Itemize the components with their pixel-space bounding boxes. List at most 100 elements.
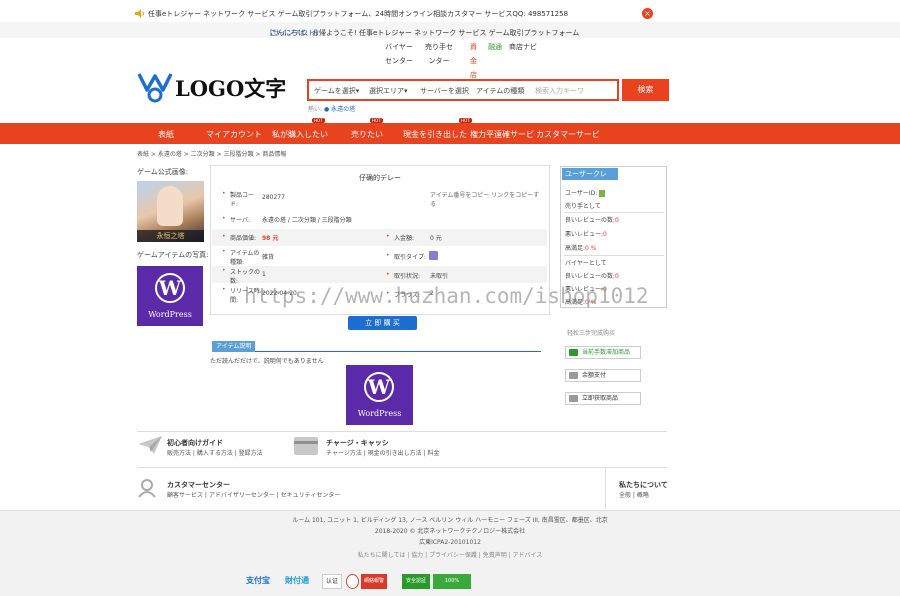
breadcrumb[interactable]: 表紙 > 永遠の塔 > 二次分類 > 三段階分類 > 商品情報 [137, 149, 286, 158]
divider [605, 467, 606, 509]
wallet-icon [569, 372, 578, 379]
game-character-figure [157, 186, 183, 226]
about-us-title: 私たちについて [619, 481, 668, 489]
divider [137, 467, 667, 468]
game-select[interactable]: ゲームを選択▾ [314, 86, 359, 96]
item-desc-text: ただ読んだだけで、説明何でもありません [210, 358, 324, 365]
wordpress-wordmark: WordPress [148, 310, 192, 319]
seller-good-line: 良いレビューの数:0 [565, 217, 619, 224]
mini-nav-seller-center[interactable]: 売り手センター [424, 40, 454, 68]
credit-card-icon [294, 437, 318, 455]
divider [564, 255, 664, 256]
novice-guide-links[interactable]: 販売方法 | 購入する方法 | 登録方法 [167, 448, 263, 457]
seller-rate-line: 高満足:0 % [565, 245, 597, 252]
footer-links[interactable]: 私たちに関しては | 協力 | プライバシー保護 | 免責声明 | アドバイス [0, 550, 900, 559]
nav-sell[interactable]: 売りたい [351, 129, 383, 140]
about-us-links[interactable]: 全般 | 概略 [619, 490, 649, 499]
row-server: サーバ: 永遠の塔 / 二次分類 / 三段階分類 [212, 211, 547, 228]
nav-home[interactable]: 表紙 [158, 129, 174, 140]
step-pay-balance[interactable]: 余额支付 [565, 369, 641, 382]
deposit-value: 0 元 [430, 235, 442, 242]
hot-word-link[interactable]: ● 永遠の塔 [324, 106, 355, 113]
row-product-code: 製品コード: 280277 アイテム番号をコピー リンクをコピーする [212, 190, 547, 209]
search-button[interactable]: 検索 [622, 79, 669, 101]
area-select[interactable]: 選択エリア▾ [369, 86, 408, 96]
trust-badge[interactable]: 100% [433, 574, 471, 589]
row-item-type: アイテムの種類: 雑貨 取引タイプ: [212, 247, 547, 266]
stock-value: 1 [262, 271, 266, 278]
mini-nav-shop-navi[interactable]: 商店ナビ [508, 40, 538, 54]
customer-center-links[interactable]: 顧客サービス | アドバイザリーセンター | セキュリティセンター [167, 490, 340, 499]
nav-buy[interactable]: 私が購入したい [272, 129, 328, 140]
search-bar: ゲームを選択▾ 選択エリア▾ サーバーを選択 アイテムの種類 検索入力キーワ [307, 79, 619, 101]
seal-badge[interactable] [346, 574, 359, 589]
item-desc-tab: アイテム説明 [212, 341, 541, 352]
server-label: サーバ: [222, 215, 250, 224]
wordpress-image-left[interactable]: W WordPress [137, 266, 203, 326]
watermark-text: https://www.huzhan.com/ishop1012 [244, 284, 649, 308]
customer-service-icon [138, 479, 156, 498]
footer-license: 広東ICPA2-20101012 [419, 539, 481, 546]
signout-link[interactable]: [サインアウト] [270, 28, 317, 38]
item-type-select[interactable]: アイテムの種類 [476, 86, 524, 96]
security-cert-badge[interactable]: 安全認証 [402, 574, 430, 589]
user-id-line: ユーザーID: [565, 188, 606, 197]
mini-nav-accommodate[interactable]: 融通 [488, 40, 502, 54]
seller-label: 売り手として [565, 203, 601, 210]
cart-icon [569, 349, 578, 356]
wordpress-logo-icon: W [155, 273, 185, 303]
item-desc-tab-label[interactable]: アイテム説明 [212, 341, 256, 352]
server-value: 永遠の塔 / 二次分類 / 三段階分類 [262, 217, 352, 224]
step-get-item[interactable]: 立即获取商品 [565, 392, 641, 405]
row-price: 商品価値: 98 元 入金額: 0 元 [212, 229, 547, 246]
nav-withdraw[interactable]: 現金を引き出した [403, 129, 467, 140]
divider [564, 212, 664, 213]
wordpress-logo-icon: W [364, 372, 394, 402]
footer-address: ルーム 101, ユニット 1, ビルディング 13, ノース ベルリン ウィル… [292, 517, 608, 524]
game-official-image[interactable]: 永恒之塔 [137, 181, 204, 242]
cert-badge[interactable]: 认证 [322, 574, 342, 589]
server-select[interactable]: サーバーを選択 [420, 86, 469, 96]
nav-power-service[interactable]: 権力平遠確サービ [470, 129, 534, 140]
footer-copyright: 2018-2020 © 北京ネットワークテクノロジー株式会社 [374, 528, 526, 535]
divider [137, 431, 667, 432]
charge-guide-links[interactable]: チャージ方法 | 現金の引き出し方法 | 料金 [326, 448, 440, 457]
nav-my-account[interactable]: マイアカウント [206, 129, 262, 140]
notice-text: 任事eトレジャー ネットワーク サービス ゲーム取引プラットフォーム、24時間オ… [148, 10, 569, 18]
game-image-caption: 永恒之塔 [137, 230, 204, 242]
close-icon[interactable]: × [642, 8, 653, 19]
search-input[interactable]: 検索入力キーワ [535, 86, 584, 96]
trade-type-icon [429, 251, 438, 260]
buy-now-button[interactable]: 立 即 購 买 [348, 316, 417, 330]
stock-label: ストックの数: [222, 267, 260, 285]
box-icon [569, 395, 578, 402]
buyer-good-line: 良いレビューの数:0 [565, 273, 619, 280]
logo-icon [137, 73, 173, 103]
alipay-badge[interactable]: 支付宝 [240, 574, 276, 589]
deposit-label: 入金額: [386, 233, 414, 242]
copy-links[interactable]: アイテム番号をコピー リンクをコピーする [430, 190, 540, 208]
steps-title: 轻松三步完成购买 [567, 330, 616, 337]
tenpay-badge[interactable]: 財付通 [278, 574, 316, 589]
item-image-label: ゲームアイテムの写真: [137, 251, 209, 259]
mini-nav-buyer-center[interactable]: バイヤーセンター [384, 40, 414, 68]
police-badge[interactable]: 網絡報警 [361, 574, 387, 589]
site-logo[interactable]: LOGO文字 [137, 70, 286, 104]
mini-nav-funds[interactable]: 資金店 [467, 40, 480, 82]
hot-badge: HOT [312, 118, 325, 123]
price-value: 98 元 [262, 235, 279, 242]
step-add-item[interactable]: 当前手数滞加商品 [565, 346, 641, 359]
product-code-value: 280277 [262, 194, 285, 201]
nav-customer-service[interactable]: カスタマーサービ [536, 129, 600, 140]
trade-type-label: 取引タイプ: [386, 252, 426, 261]
hot-words-label: 熱い: [308, 106, 323, 113]
hot-words: 熱い: ● 永遠の塔 [308, 104, 355, 113]
game-official-label: ゲーム公式画像: [137, 168, 189, 176]
logo-text: LOGO文字 [175, 76, 287, 101]
wordpress-image-center[interactable]: W WordPress [346, 365, 413, 425]
product-code-label: 製品コード: [222, 190, 258, 208]
greeting-bar: こんにちは、お帰ようこそ! 任事eトレジャー ネットワーク サービス ゲーム取引… [0, 22, 900, 38]
buyer-label: バイヤーとして [565, 260, 607, 267]
price-label: 商品価値: [222, 233, 256, 242]
item-type-value: 雑貨 [262, 254, 275, 261]
